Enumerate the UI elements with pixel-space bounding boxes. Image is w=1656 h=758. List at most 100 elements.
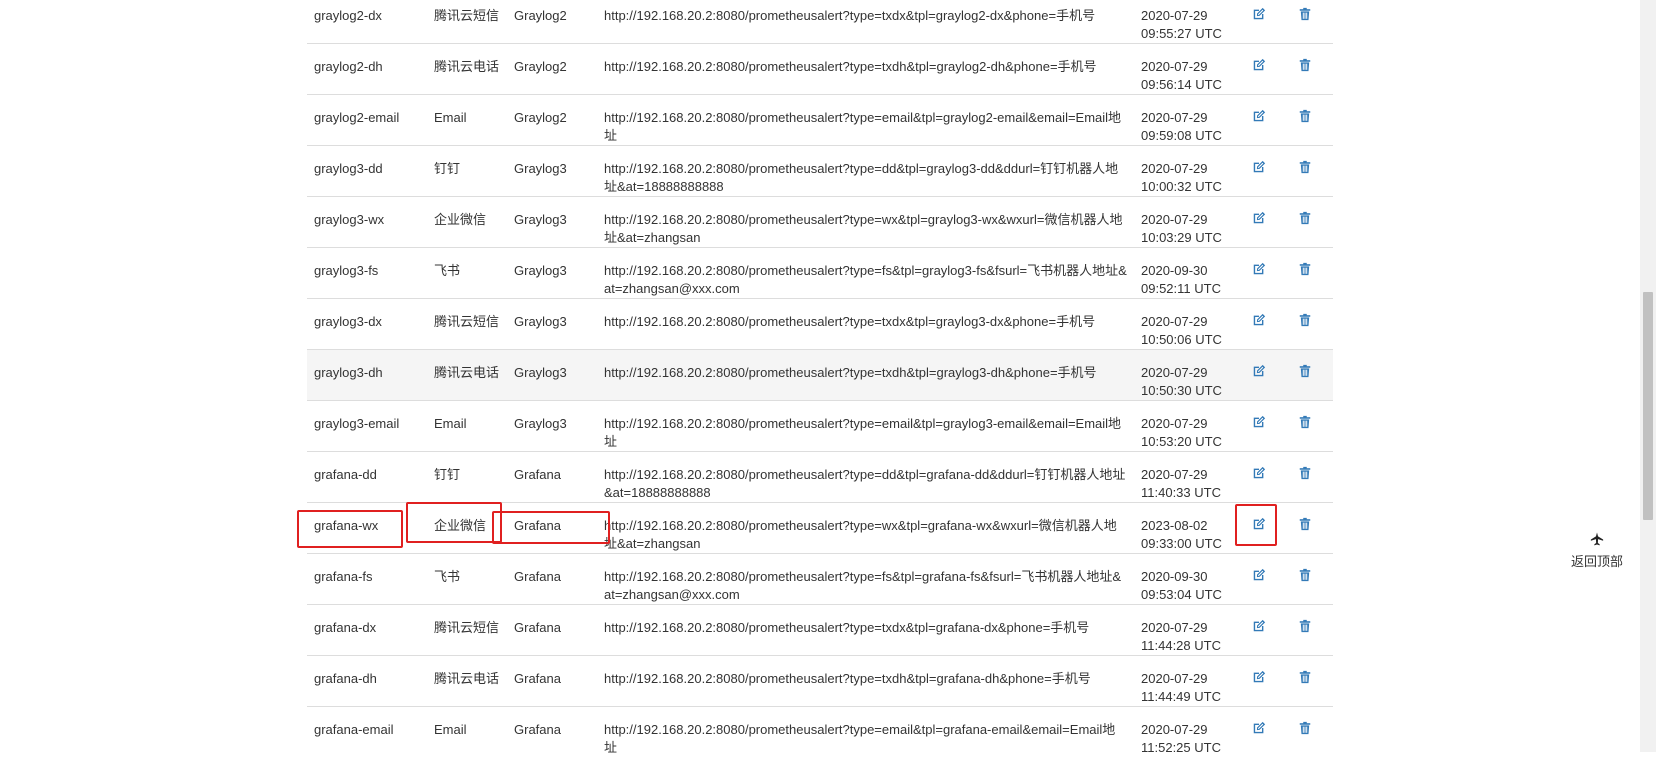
- edit-cell: [1240, 502, 1286, 554]
- edit-icon[interactable]: [1252, 466, 1266, 480]
- template-url-cell: http://192.168.20.2:8080/prometheusalert…: [597, 706, 1134, 758]
- template-time-cell: 2020-07-29 11:40:33 UTC: [1134, 451, 1240, 503]
- template-time: 09:33:00 UTC: [1141, 536, 1222, 551]
- delete-cell: [1286, 0, 1333, 44]
- trash-icon[interactable]: [1298, 364, 1312, 378]
- template-type-cell: 钉钉: [427, 145, 507, 197]
- trash-icon[interactable]: [1298, 415, 1312, 429]
- table-row: grafana-dh 腾讯云电话 Grafana http://192.168.20.…: [307, 655, 1333, 707]
- template-date: 2020-07-29: [1141, 620, 1208, 635]
- template-type-cell: 腾讯云电话: [427, 43, 507, 95]
- edit-icon[interactable]: [1252, 619, 1266, 633]
- template-time-cell: 2020-07-29 09:59:08 UTC: [1134, 94, 1240, 146]
- edit-icon[interactable]: [1252, 58, 1266, 72]
- trash-icon[interactable]: [1298, 58, 1312, 72]
- trash-icon[interactable]: [1298, 7, 1312, 21]
- template-group-cell: Graylog3: [507, 400, 597, 452]
- edit-icon[interactable]: [1252, 568, 1266, 582]
- vertical-scrollbar[interactable]: [1640, 0, 1656, 752]
- delete-cell: [1286, 94, 1333, 146]
- trash-icon[interactable]: [1298, 619, 1312, 633]
- delete-cell: [1286, 145, 1333, 197]
- template-group-cell: Graylog2: [507, 94, 597, 146]
- template-time: 11:44:28 UTC: [1141, 638, 1221, 653]
- trash-icon[interactable]: [1298, 568, 1312, 582]
- edit-icon[interactable]: [1252, 517, 1266, 531]
- delete-cell: [1286, 43, 1333, 95]
- template-group-cell: Grafana: [507, 502, 597, 554]
- trash-icon[interactable]: [1298, 160, 1312, 174]
- template-time: 09:52:11 UTC: [1141, 281, 1221, 296]
- template-group-cell: Graylog2: [507, 43, 597, 95]
- trash-icon[interactable]: [1298, 466, 1312, 480]
- trash-icon[interactable]: [1298, 211, 1312, 225]
- template-date: 2020-07-29: [1141, 59, 1208, 74]
- trash-icon[interactable]: [1298, 517, 1312, 531]
- template-group-cell: Graylog3: [507, 349, 597, 401]
- template-group-cell: Graylog3: [507, 298, 597, 350]
- edit-icon[interactable]: [1252, 364, 1266, 378]
- edit-icon[interactable]: [1252, 415, 1266, 429]
- edit-icon[interactable]: [1252, 670, 1266, 684]
- table-row: graylog2-email Email Graylog2 http://192.16…: [307, 94, 1333, 146]
- template-type-cell: 飞书: [427, 553, 507, 605]
- template-url-cell: http://192.168.20.2:8080/prometheusalert…: [597, 553, 1134, 605]
- trash-icon[interactable]: [1298, 670, 1312, 684]
- template-group-cell: Graylog3: [507, 196, 597, 248]
- template-time-cell: 2020-07-29 10:50:30 UTC: [1134, 349, 1240, 401]
- template-url-cell: http://192.168.20.2:8080/prometheusalert…: [597, 298, 1134, 350]
- template-url-cell: http://192.168.20.2:8080/prometheusalert…: [597, 247, 1134, 299]
- template-date: 2020-09-30: [1141, 569, 1208, 584]
- template-url-cell: http://192.168.20.2:8080/prometheusalert…: [597, 502, 1134, 554]
- template-time-cell: 2020-07-29 09:55:27 UTC: [1134, 0, 1240, 44]
- edit-icon[interactable]: [1252, 262, 1266, 276]
- edit-icon[interactable]: [1252, 160, 1266, 174]
- template-name-cell: grafana-dx: [307, 604, 427, 656]
- template-table: graylog2-dx 腾讯云短信 Graylog2 http://192.168.2…: [307, 0, 1333, 758]
- template-type-cell: Email: [427, 94, 507, 146]
- edit-cell: [1240, 400, 1286, 452]
- scrollbar-thumb[interactable]: [1643, 292, 1653, 520]
- template-time: 10:50:06 UTC: [1141, 332, 1222, 347]
- edit-icon[interactable]: [1252, 7, 1266, 21]
- trash-icon[interactable]: [1298, 721, 1312, 735]
- template-group-cell: Grafana: [507, 451, 597, 503]
- edit-icon[interactable]: [1252, 109, 1266, 123]
- delete-cell: [1286, 400, 1333, 452]
- template-time-cell: 2020-07-29 09:56:14 UTC: [1134, 43, 1240, 95]
- table-row: graylog3-dd 钉钉 Graylog3 http://192.168.20.2…: [307, 145, 1333, 197]
- template-group-cell: Graylog3: [507, 145, 597, 197]
- delete-cell: [1286, 604, 1333, 656]
- template-url-cell: http://192.168.20.2:8080/prometheusalert…: [597, 145, 1134, 197]
- table-row: graylog3-dx 腾讯云短信 Graylog3 http://192.168.2…: [307, 298, 1333, 350]
- template-date: 2020-07-29: [1141, 467, 1208, 482]
- template-time-cell: 2020-07-29 10:50:06 UTC: [1134, 298, 1240, 350]
- table-row: graylog3-fs 飞书 Graylog3 http://192.168.20.2…: [307, 247, 1333, 299]
- template-time: 11:52:25 UTC: [1141, 740, 1221, 755]
- template-url-cell: http://192.168.20.2:8080/prometheusalert…: [597, 451, 1134, 503]
- template-name-cell: graylog3-dx: [307, 298, 427, 350]
- trash-icon[interactable]: [1298, 313, 1312, 327]
- template-name-cell: grafana-fs: [307, 553, 427, 605]
- template-group-cell: Graylog3: [507, 247, 597, 299]
- template-table-body: graylog2-dx 腾讯云短信 Graylog2 http://192.168.2…: [307, 0, 1333, 758]
- template-group-cell: Grafana: [507, 706, 597, 758]
- template-name-cell: graylog3-fs: [307, 247, 427, 299]
- template-type-cell: 钉钉: [427, 451, 507, 503]
- template-type-cell: 腾讯云电话: [427, 655, 507, 707]
- template-date: 2020-07-29: [1141, 416, 1208, 431]
- edit-icon[interactable]: [1252, 211, 1266, 225]
- trash-icon[interactable]: [1298, 109, 1312, 123]
- template-name-cell: grafana-wx: [307, 502, 427, 554]
- template-time-cell: 2020-07-29 10:03:29 UTC: [1134, 196, 1240, 248]
- delete-cell: [1286, 247, 1333, 299]
- back-to-top-button[interactable]: 返回顶部: [1562, 532, 1632, 570]
- edit-icon[interactable]: [1252, 313, 1266, 327]
- template-time: 11:40:33 UTC: [1141, 485, 1221, 500]
- edit-cell: [1240, 604, 1286, 656]
- template-group-cell: Graylog2: [507, 0, 597, 44]
- template-type-cell: 企业微信: [427, 196, 507, 248]
- template-name-cell: grafana-dh: [307, 655, 427, 707]
- edit-icon[interactable]: [1252, 721, 1266, 735]
- trash-icon[interactable]: [1298, 262, 1312, 276]
